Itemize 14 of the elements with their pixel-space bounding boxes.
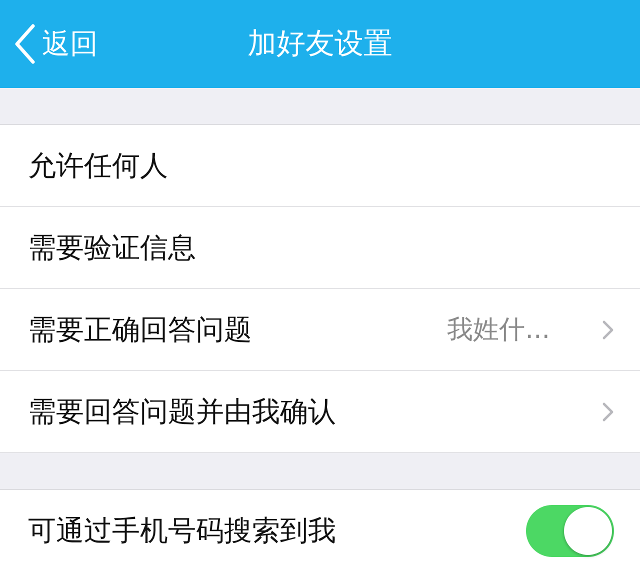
option-row[interactable]: 需要验证信息 bbox=[0, 207, 640, 289]
option-value: 我姓什... bbox=[447, 314, 550, 347]
option-label: 需要回答问题并由我确认 bbox=[28, 394, 337, 430]
option-row[interactable]: 需要正确回答问题 我姓什... bbox=[0, 289, 640, 371]
toggle-switch[interactable] bbox=[526, 504, 614, 556]
page-title: 加好友设置 bbox=[248, 25, 392, 62]
option-label: 需要验证信息 bbox=[28, 230, 197, 266]
option-row[interactable]: 需要回答问题并由我确认 bbox=[0, 371, 640, 453]
chevron-icon bbox=[602, 402, 614, 422]
setting-label: 可通过手机号码搜索到我 bbox=[28, 512, 337, 548]
option-label: 允许任何人 bbox=[28, 148, 169, 184]
option-label: 需要正确回答问题 bbox=[28, 312, 253, 348]
chevron-icon bbox=[602, 320, 614, 340]
option-row[interactable]: 允许任何人 bbox=[0, 125, 640, 207]
